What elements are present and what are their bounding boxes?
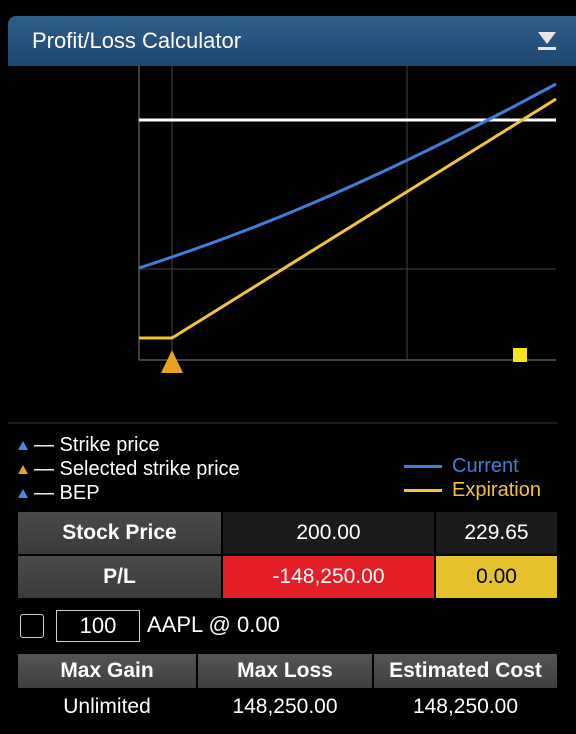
breakeven-pl-value: 0.00 bbox=[436, 556, 557, 598]
title-bar: Profit/Loss Calculator bbox=[8, 16, 576, 67]
position-checkbox[interactable] bbox=[20, 614, 44, 638]
position-description: AAPL @ 0.00 bbox=[147, 612, 280, 637]
legend-selected-strike: — Selected strike price bbox=[18, 458, 240, 481]
selected-strike-marker[interactable] bbox=[161, 350, 183, 373]
current-line-swatch bbox=[404, 465, 442, 469]
estimated-cost-value: 148,250.00 bbox=[412, 695, 519, 718]
bep-marker[interactable] bbox=[513, 348, 527, 362]
strike-price-icon bbox=[18, 441, 28, 451]
bep-icon bbox=[18, 489, 28, 499]
legend-expiration: Expiration bbox=[404, 479, 541, 502]
current-pl-curve bbox=[138, 82, 557, 270]
pl-value: -148,250.00 bbox=[223, 556, 434, 598]
stock-price-value[interactable]: 200.00 bbox=[223, 512, 434, 554]
window-title: Profit/Loss Calculator bbox=[32, 28, 242, 53]
max-gain-header: Max Gain bbox=[18, 654, 196, 688]
stock-price-label: Stock Price bbox=[18, 512, 221, 554]
estimated-cost-header: Estimated Cost bbox=[374, 654, 557, 688]
expiration-line-swatch bbox=[404, 489, 442, 493]
selected-strike-icon bbox=[18, 465, 28, 475]
pl-calculator-panel: Profit/Loss Calculator — Strike price — … bbox=[0, 0, 576, 734]
quantity-input[interactable]: 100 bbox=[56, 610, 140, 642]
max-loss-value: 148,250.00 bbox=[232, 695, 338, 718]
pl-label: P/L bbox=[18, 556, 221, 598]
breakeven-stock-price: 229.65 bbox=[436, 512, 557, 554]
legend-bep: — BEP bbox=[18, 482, 100, 505]
collapse-icon[interactable] bbox=[534, 28, 560, 54]
legend-strike-price: — Strike price bbox=[18, 434, 160, 457]
max-loss-header: Max Loss bbox=[198, 654, 372, 688]
pl-chart[interactable] bbox=[8, 66, 576, 426]
max-gain-value: Unlimited bbox=[63, 695, 151, 718]
legend-current: Current bbox=[404, 455, 519, 478]
expiration-pl-line bbox=[139, 97, 557, 340]
